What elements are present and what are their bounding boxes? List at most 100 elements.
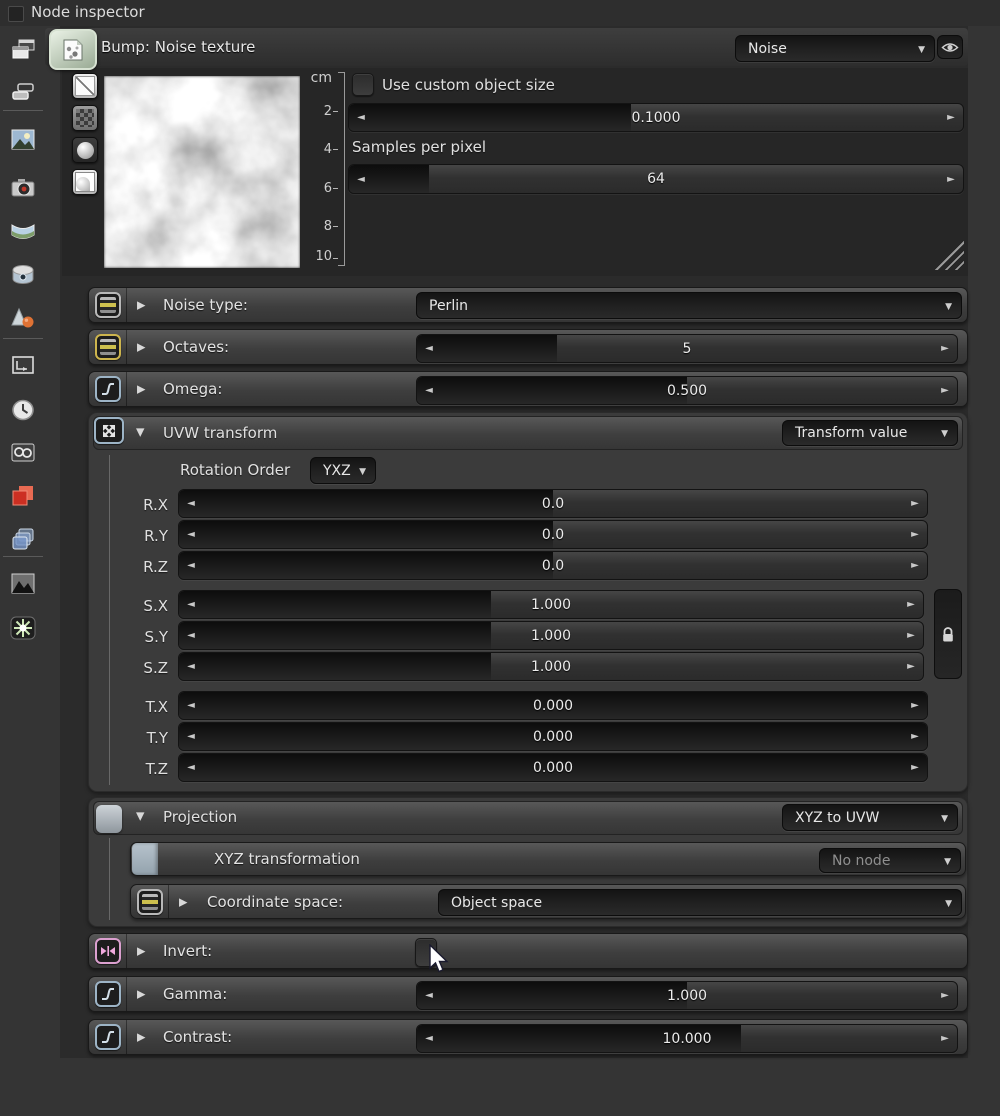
sx-slider[interactable]: ◄ 1.000 ► [178,590,924,619]
use-custom-object-size-checkbox[interactable] [352,73,374,96]
tz-slider[interactable]: ◄ 0.000 ► [178,753,928,782]
gamma-slider[interactable]: ◄ 1.000 ► [416,981,958,1010]
gamma-value: 1.000 [666,987,708,1004]
clock-icon[interactable] [7,396,39,424]
slider-inc-arrow[interactable]: ► [903,692,927,719]
slider-inc-arrow[interactable]: ► [933,377,957,404]
rotation-order-dropdown[interactable]: YXZ ▼ [310,457,376,484]
texture-node-icon[interactable] [49,29,97,70]
curve-icon[interactable] [94,376,121,402]
slider-inc-arrow[interactable]: ► [903,552,927,579]
expander-triangle[interactable]: ▶ [137,299,145,312]
slider-inc-arrow[interactable]: ► [903,723,927,750]
slider-inc-arrow[interactable]: ► [933,335,957,362]
octaves-slider[interactable]: ◄ 5 ► [416,334,958,363]
noise-type-value: Perlin [429,297,468,314]
sy-slider[interactable]: ◄ 1.000 ► [178,621,924,650]
tz-value: 0.000 [532,759,574,776]
slider-inc-arrow[interactable]: ► [899,653,923,680]
ty-value: 0.000 [532,728,574,745]
omega-label: Omega: [163,380,223,398]
slider-inc-arrow[interactable]: ► [933,982,957,1009]
gamma-row: ▶ Gamma: ◄ 1.000 ► [88,976,968,1012]
tz-label: T.Z [145,760,168,778]
transform-mode-value: Transform value [795,425,908,441]
invert-row: ▶ Invert: [88,933,968,969]
camera-icon[interactable] [7,174,39,202]
slider-inc-arrow[interactable]: ► [903,754,927,781]
xyz-node-tab[interactable] [132,843,158,875]
slider-inc-arrow[interactable]: ► [939,104,963,131]
slider-inc-arrow[interactable]: ► [899,591,923,618]
slider-inc-arrow[interactable]: ► [939,165,963,193]
red-cube-icon[interactable] [7,482,39,510]
scale-lock-button[interactable] [934,589,962,679]
value-bar-icon[interactable] [136,888,163,915]
titlebar[interactable]: Node inspector [0,0,1000,26]
object-size-slider[interactable]: ◄ 0.1000 ► [348,103,964,132]
uvw-transform-icon[interactable] [94,417,124,444]
expander-triangle[interactable]: ▶ [137,1031,145,1044]
dark-image-icon[interactable] [7,570,39,598]
flat-stack-icon[interactable] [7,78,39,106]
ty-slider[interactable]: ◄ 0.000 ► [178,722,928,751]
starburst-icon[interactable] [7,614,39,642]
slider-inc-arrow[interactable]: ► [903,521,927,548]
tx-value: 0.000 [532,697,574,714]
panorama-strip-icon[interactable] [7,218,39,246]
slider-inc-arrow[interactable]: ► [903,490,927,517]
sz-label: S.Z [143,659,168,677]
tx-slider[interactable]: ◄ 0.000 ► [178,691,928,720]
curve-icon[interactable] [94,1024,121,1050]
expander-triangle[interactable]: ▶ [137,383,145,396]
expander-triangle[interactable]: ▶ [179,895,187,908]
expander-triangle[interactable]: ▶ [137,988,145,1001]
expander-triangle[interactable]: ▶ [137,945,145,958]
geometry-icon[interactable] [7,304,39,332]
ruler-bracket [338,72,345,266]
projection-toggle-button[interactable] [96,805,122,833]
cylinder-texture-icon[interactable] [7,261,39,289]
slider-inc-arrow[interactable]: ► [933,1025,957,1052]
projection-mode-dropdown[interactable]: XYZ to UVW ▼ [782,804,958,831]
gamma-label: Gamma: [163,985,228,1003]
noise-type-dropdown[interactable]: Perlin ▼ [416,292,962,319]
collapse-triangle[interactable]: ▼ [136,426,144,439]
slider-inc-arrow[interactable]: ► [899,622,923,649]
contrast-slider[interactable]: ◄ 10.000 ► [416,1024,958,1053]
procedural-gears-icon[interactable] [7,439,39,467]
samples-per-pixel-label: Samples per pixel [352,138,487,156]
omega-slider[interactable]: ◄ 0.500 ► [416,376,958,405]
rz-slider[interactable]: ◄ 0.0 ► [178,551,928,580]
value-bar-icon[interactable] [94,334,121,360]
tree-connector [109,838,110,920]
ry-slider[interactable]: ◄ 0.0 ► [178,520,928,549]
preview-checker-button[interactable] [72,105,98,131]
chevron-down-icon: ▼ [918,45,925,55]
curve-icon[interactable] [94,981,121,1007]
coordinate-space-dropdown[interactable]: Object space ▼ [438,889,962,916]
visibility-eye-button[interactable] [937,35,963,59]
samples-per-pixel-slider[interactable]: ◄ 64 ► [348,164,964,194]
xyz-transformation-dropdown[interactable]: No node ▼ [819,848,961,873]
preview-sphere-box-button[interactable] [72,169,98,195]
cascade-windows-icon[interactable] [7,36,39,64]
rx-slider[interactable]: ◄ 0.0 ► [178,489,928,518]
eye-icon [941,42,959,52]
layer-stack-icon[interactable] [7,525,39,553]
preview-flat-button[interactable] [72,73,98,99]
omega-row: ▶ Omega: ◄ 0.500 ► [88,371,968,407]
invert-arrows-icon[interactable] [94,938,121,964]
xyz-transformation-label: XYZ transformation [214,850,360,868]
transform-mode-dropdown[interactable]: Transform value ▼ [782,420,958,446]
sz-slider[interactable]: ◄ 1.000 ► [178,652,924,681]
node-type-dropdown[interactable]: Noise ▼ [735,35,935,62]
dimensions-icon[interactable] [7,352,39,380]
collapse-triangle[interactable]: ▼ [136,810,144,823]
expander-triangle[interactable]: ▶ [137,341,145,354]
value-bar-icon[interactable] [94,292,121,318]
texture-preview [104,76,300,268]
dock-icon[interactable] [8,6,24,22]
preview-sphere-button[interactable] [72,137,98,163]
image-icon[interactable] [7,126,39,154]
